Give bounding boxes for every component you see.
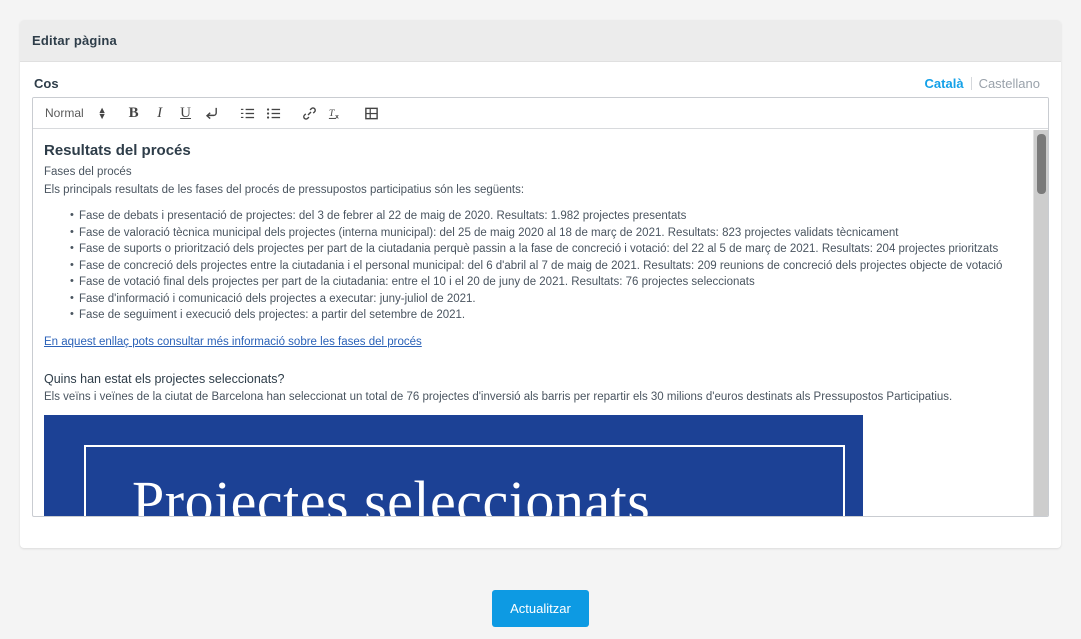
list-item: Fase de votació final dels projectes per… xyxy=(70,273,1016,291)
tab-catala[interactable]: Català xyxy=(918,76,971,91)
list-item: Fase de seguiment i execució dels projec… xyxy=(70,306,1016,324)
ordered-list-button[interactable] xyxy=(236,101,260,125)
italic-button[interactable]: I xyxy=(148,101,172,125)
language-tabs: Català Castellano xyxy=(918,76,1047,91)
ordered-list-icon xyxy=(241,108,255,118)
phases-list: Fase de debats i presentació de projecte… xyxy=(44,207,1016,324)
list-item: Fase de valoració tècnica municipal dels… xyxy=(70,224,1016,242)
unordered-list-icon xyxy=(267,107,281,119)
underline-button[interactable]: U xyxy=(174,101,198,125)
unordered-list-button[interactable] xyxy=(262,101,286,125)
clear-formatting-icon: T x xyxy=(328,108,339,120)
selected-projects-banner: Projectes seleccionats xyxy=(44,414,863,516)
format-picker[interactable]: Normal ▲ ▼ xyxy=(39,102,111,124)
banner-title: Projectes seleccionats xyxy=(132,468,651,516)
editor-scrollbar-thumb[interactable] xyxy=(1037,134,1046,194)
document-body: Resultats del procés Fases del procés El… xyxy=(39,142,1034,516)
blockquote-button[interactable] xyxy=(200,101,224,125)
video-button[interactable] xyxy=(360,101,384,125)
list-item: Fase de debats i presentació de projecte… xyxy=(70,207,1016,225)
format-picker-value: Normal xyxy=(45,106,84,120)
updown-arrows-icon: ▲ ▼ xyxy=(97,105,107,121)
link-button[interactable] xyxy=(298,101,322,125)
list-item: Fase de suports o priorització dels proj… xyxy=(70,240,1016,258)
edit-page-card: Editar pàgina Cos Català Castellano Norm… xyxy=(20,20,1061,548)
italic-icon: I xyxy=(157,104,163,121)
document-subheading: Fases del procés xyxy=(44,166,132,178)
document-intro: Els principals resultats de les fases de… xyxy=(44,184,525,196)
body-field-label: Cos xyxy=(34,76,59,91)
return-arrow-icon xyxy=(206,107,217,119)
list-item: Fase d'informació i comunicació dels pro… xyxy=(70,290,1016,308)
editor-content[interactable]: Resultats del procés Fases del procés El… xyxy=(33,130,1048,516)
document-question: Quins han estat els projectes selecciona… xyxy=(44,371,285,386)
page-title: Editar pàgina xyxy=(32,33,117,48)
rich-text-editor[interactable]: Normal ▲ ▼ B I U T x Resultats del procé… xyxy=(32,97,1049,517)
card-header: Editar pàgina xyxy=(20,20,1061,62)
tab-castellano[interactable]: Castellano xyxy=(972,76,1047,91)
footer-actions: Actualitzar xyxy=(0,590,1081,627)
underline-icon: U xyxy=(180,104,192,121)
bold-icon: B xyxy=(128,104,139,121)
update-button[interactable]: Actualitzar xyxy=(492,590,589,627)
svg-text:x: x xyxy=(335,113,339,120)
link-icon xyxy=(303,106,316,120)
bold-button[interactable]: B xyxy=(122,101,146,125)
editor-toolbar: Normal ▲ ▼ B I U T x xyxy=(33,98,1048,129)
film-icon xyxy=(365,107,378,119)
document-heading: Resultats del procés xyxy=(44,142,191,159)
more-info-link[interactable]: En aquest enllaç pots consultar més info… xyxy=(44,336,422,348)
field-header-row: Cos Català Castellano xyxy=(32,76,1049,97)
editor-scrollbar[interactable] xyxy=(1033,130,1048,516)
clear-format-button[interactable]: T x xyxy=(324,101,348,125)
card-body: Cos Català Castellano Normal ▲ ▼ B I U T… xyxy=(20,62,1061,517)
list-item: Fase de concreció dels projectes entre l… xyxy=(70,257,1016,275)
document-answer: Els veïns i veïnes de la ciutat de Barce… xyxy=(44,390,953,403)
